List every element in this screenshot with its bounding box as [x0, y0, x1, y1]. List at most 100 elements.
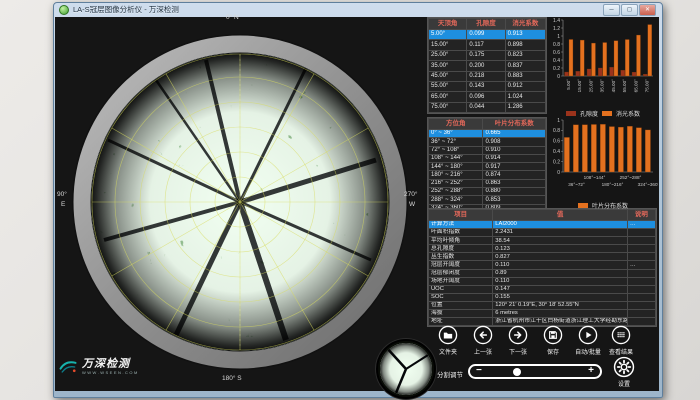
column-header[interactable]: 孔隙度 [467, 19, 505, 30]
bar [643, 74, 647, 76]
table-cell: 6 metres [493, 310, 628, 318]
column-header[interactable]: 叶片分布系数 [483, 119, 546, 130]
data-table: 项目值说明计算方法LAI2000…叶面积指数2.2431平均叶倾角38.54总孔… [428, 209, 656, 326]
table-row[interactable]: 5.00°0.0990.913 [429, 30, 546, 40]
table-row[interactable]: 108° ~ 144°0.914 [429, 154, 546, 162]
table-row[interactable]: 冠层郁闭度0.89 [429, 269, 656, 277]
save-button[interactable]: 保存 [536, 325, 570, 356]
brand-name: 万深检测 [82, 359, 139, 370]
segmentation-slider[interactable]: − + [468, 364, 602, 379]
table-cell: 72° ~ 108° [429, 146, 483, 154]
table-row[interactable]: 海拔6 metres [429, 310, 656, 318]
table-row[interactable]: 252° ~ 288°0.880 [429, 188, 546, 196]
table-row[interactable]: 位置120° 21' 0.19"E, 30° 18' 52.55"N [429, 301, 656, 309]
next-button[interactable]: 下一张 [501, 325, 535, 356]
table-cell: 0.874 [483, 171, 546, 179]
table-row[interactable]: 216° ~ 252°0.863 [429, 179, 546, 187]
y-tick-label: 0.4 [553, 58, 560, 64]
bar [600, 124, 605, 172]
auto-batch-button[interactable]: 自动/批量 [571, 325, 605, 356]
table-row[interactable]: 144° ~ 180°0.917 [429, 163, 546, 171]
table-cell: 总孔隙度 [429, 245, 493, 253]
table-cell: 0.123 [493, 245, 628, 253]
chart-canvas: 00.20.40.60.811.21.45.00°15.00°25.00°35.… [548, 16, 658, 104]
next-button-label: 下一张 [509, 347, 527, 356]
table-row[interactable]: 丛生指数0.827 [429, 253, 656, 261]
title-bar[interactable]: LA-S冠层图像分析仪 - 万深检测 [55, 2, 659, 17]
table-row[interactable]: 35.00°0.2000.837 [429, 61, 546, 71]
column-header[interactable]: 说明 [627, 210, 655, 221]
table-cell: 0.175 [467, 50, 505, 60]
table-cell: 冠层郁闭度 [429, 269, 493, 277]
table-row[interactable]: 叶面积指数2.2431 [429, 229, 656, 237]
table-row[interactable]: 15.00°0.1170.898 [429, 40, 546, 50]
x-tick-label: 5.00° [566, 79, 571, 90]
column-header[interactable]: 项目 [429, 210, 493, 221]
fisheye-canopy-image[interactable] [56, 20, 424, 384]
slider-thumb[interactable] [513, 368, 521, 376]
folder-button[interactable]: 文件夹 [431, 325, 465, 356]
column-header[interactable]: 方位角 [429, 119, 483, 130]
view-results-button[interactable]: 查看结果 [604, 325, 638, 356]
column-header[interactable]: 值 [493, 210, 628, 221]
x-tick-label: 180°~216° [602, 182, 624, 187]
table-row[interactable]: 55.00°0.1430.912 [429, 81, 546, 91]
table-row[interactable]: 36° ~ 72°0.908 [429, 138, 546, 146]
table-row[interactable]: 180° ~ 216°0.874 [429, 171, 546, 179]
table-cell: 0.89 [493, 269, 628, 277]
y-tick-label: 1 [557, 34, 560, 40]
table-row[interactable]: 总孔隙度0.123 [429, 245, 656, 253]
bar [591, 124, 596, 172]
table-cell: 1.024 [505, 92, 545, 102]
maximize-button[interactable]: ◻ [621, 4, 638, 16]
table-cell: 丛生指数 [429, 253, 493, 261]
logo-swoosh-icon [58, 357, 78, 377]
table-row[interactable]: 72° ~ 108°0.910 [429, 146, 546, 154]
table-cell [627, 285, 655, 293]
x-tick-label: 15.00° [577, 79, 582, 92]
table-cell: 0.863 [483, 179, 546, 187]
table-row[interactable]: SOC0.155 [429, 293, 656, 301]
brand-logo: 万深检测 WWW.WSEEN.COM [58, 357, 139, 377]
y-tick-label: 0.8 [553, 42, 560, 48]
column-header[interactable]: 消光系数 [505, 19, 545, 30]
table-cell: 位置 [429, 301, 493, 309]
table-cell: 0.110 [493, 261, 628, 269]
column-header[interactable]: 天顶角 [429, 19, 467, 30]
zenith-table[interactable]: 天顶角孔隙度消光系数5.00°0.0990.91315.00°0.1170.89… [427, 17, 547, 114]
table-cell: 55.00° [429, 81, 467, 91]
y-tick-label: 0 [557, 170, 560, 176]
table-row[interactable]: 计算方法LAI2000… [429, 221, 656, 229]
table-row[interactable]: 场地开阔度0.110 [429, 277, 656, 285]
table-cell: 45.00° [429, 71, 467, 81]
table-cell: 25.00° [429, 50, 467, 60]
azimuth-table[interactable]: 方位角叶片分布系数0° ~ 36°0.66536° ~ 72°0.90872° … [427, 117, 547, 214]
bar [645, 130, 650, 172]
y-tick-label: 1.4 [553, 18, 560, 24]
table-row[interactable]: 65.00°0.0961.024 [429, 92, 546, 102]
canopy-thumbnail[interactable] [376, 339, 436, 399]
compass-north-label: 0° N [226, 14, 239, 21]
bar [627, 126, 632, 172]
table-row[interactable]: 冠层开阔度0.110… [429, 261, 656, 269]
slider-minus-button[interactable]: − [476, 365, 482, 377]
table-row[interactable]: 75.00°0.0441.286 [429, 102, 546, 112]
table-row[interactable]: UOC0.147 [429, 285, 656, 293]
close-button[interactable]: ✕ [639, 4, 656, 16]
bar [636, 128, 641, 172]
table-row[interactable]: 288° ~ 324°0.853 [429, 196, 546, 204]
settings-button[interactable]: 设置 [608, 356, 640, 388]
data-table: 天顶角孔隙度消光系数5.00°0.0990.91315.00°0.1170.89… [428, 18, 546, 113]
parameter-table[interactable]: 项目值说明计算方法LAI2000…叶面积指数2.2431平均叶倾角38.54总孔… [427, 208, 657, 327]
previous-button[interactable]: 上一张 [466, 325, 500, 356]
minimize-button[interactable]: ─ [603, 4, 620, 16]
compass-west-label: W [409, 201, 415, 208]
bar [610, 67, 614, 76]
table-row[interactable]: 0° ~ 36°0.665 [429, 130, 546, 138]
chart-canvas: 00.20.40.60.8136°~72°108°~144°180°~216°2… [548, 116, 658, 196]
slider-plus-button[interactable]: + [588, 365, 594, 377]
table-row[interactable]: 平均叶倾角38.54 [429, 237, 656, 245]
table-row[interactable]: 45.00°0.2180.883 [429, 71, 546, 81]
table-row[interactable]: 25.00°0.1750.823 [429, 50, 546, 60]
table-cell [627, 269, 655, 277]
